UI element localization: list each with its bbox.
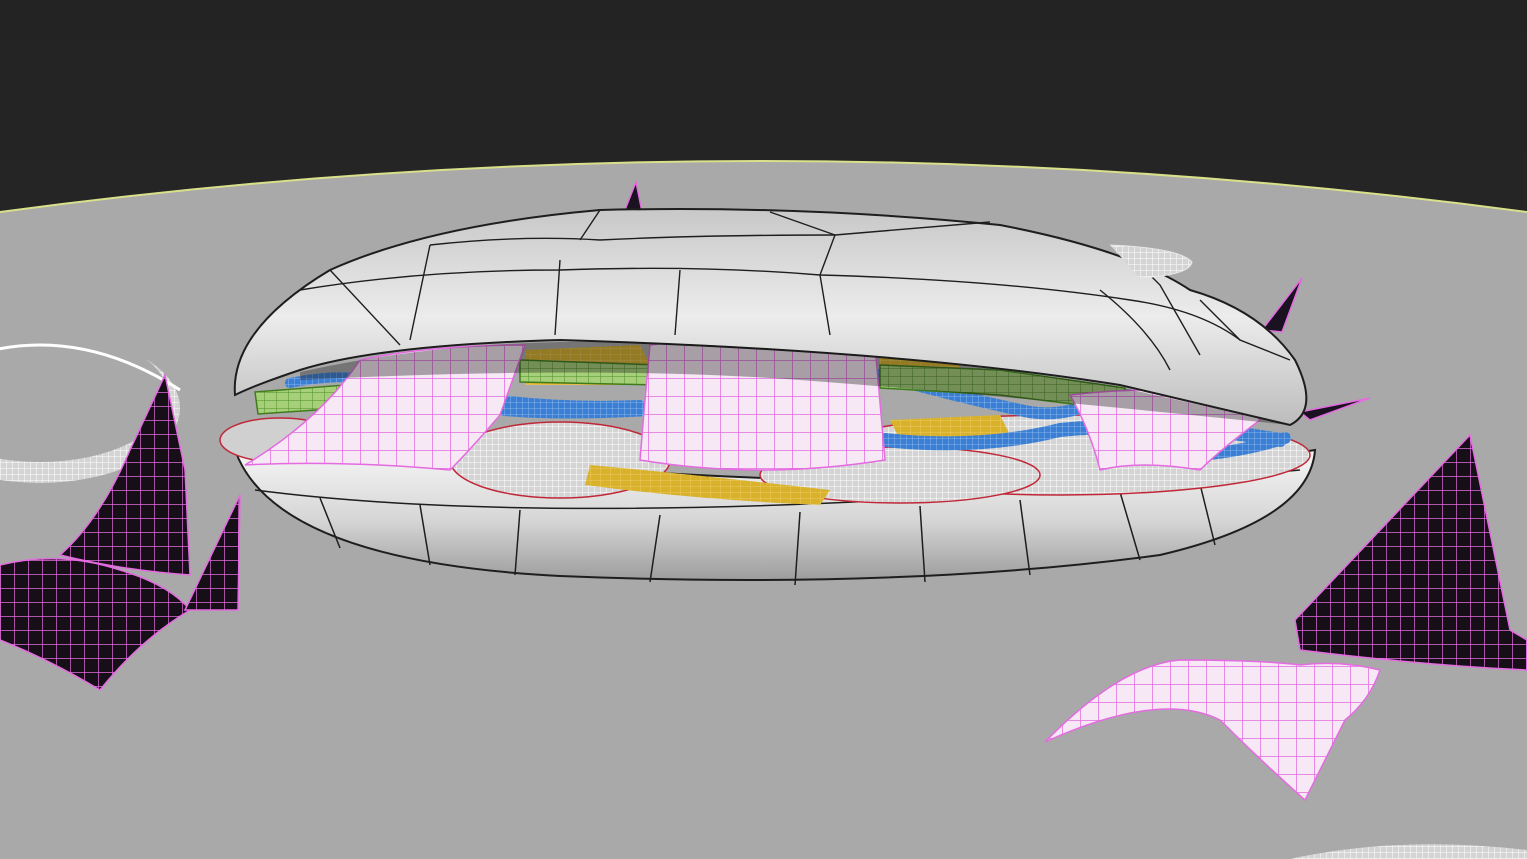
- scene-canvas[interactable]: [0, 0, 1527, 859]
- 3d-viewport[interactable]: [0, 0, 1527, 859]
